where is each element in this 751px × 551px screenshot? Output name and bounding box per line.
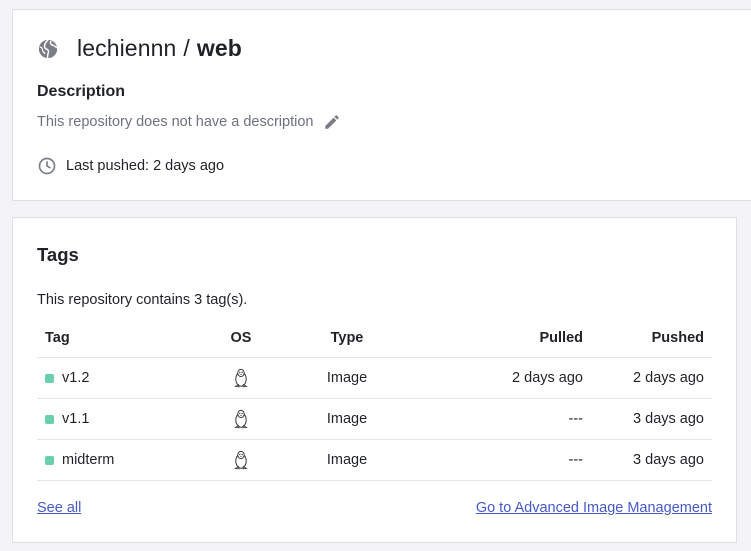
tag-pushed: 3 days ago — [591, 439, 712, 481]
tag-type: Image — [289, 439, 405, 481]
table-row: v1.1 Image --- 3 days ago — [37, 398, 712, 440]
tag-pushed: 3 days ago — [591, 398, 712, 440]
tag-name-link[interactable]: v1.2 — [62, 370, 89, 386]
tags-table-header-row: Tag OS Type Pulled Pushed — [37, 319, 712, 358]
linux-icon — [234, 409, 248, 429]
tag-name-link[interactable]: midterm — [62, 452, 114, 468]
tags-table: Tag OS Type Pulled Pushed v1.2 Image 2 d… — [37, 319, 712, 481]
repository-separator: / — [183, 35, 190, 61]
tag-pushed: 2 days ago — [591, 357, 712, 399]
see-all-link[interactable]: See all — [37, 500, 81, 516]
clock-icon — [38, 157, 56, 175]
tag-pulled: --- — [405, 398, 591, 440]
linux-icon — [234, 368, 248, 388]
tags-count-text: This repository contains 3 tag(s). — [37, 292, 248, 308]
column-header-type: Type — [289, 319, 405, 358]
tag-pulled: --- — [405, 439, 591, 481]
tag-cell: midterm — [45, 452, 185, 468]
repository-card: lechiennn / web Description This repositor… — [12, 9, 751, 201]
description-row: This repository does not have a descript… — [37, 113, 341, 131]
repository-header: lechiennn / web — [37, 35, 242, 62]
globe-icon — [38, 38, 58, 58]
advanced-image-management-link[interactable]: Go to Advanced Image Management — [476, 500, 712, 516]
repository-title: lechiennn / web — [77, 35, 242, 62]
tag-type: Image — [289, 398, 405, 440]
tags-heading: Tags — [37, 244, 79, 265]
tag-status-dot — [45, 414, 54, 424]
description-heading: Description — [37, 83, 126, 100]
tag-status-dot — [45, 373, 54, 383]
linux-icon — [234, 450, 248, 470]
column-header-os: OS — [193, 319, 289, 358]
description-placeholder: This repository does not have a descript… — [37, 114, 314, 130]
tag-status-dot — [45, 455, 54, 465]
column-header-pushed: Pushed — [591, 319, 712, 358]
tag-cell: v1.1 — [45, 411, 185, 427]
repository-name: web — [196, 35, 242, 61]
repository-owner: lechiennn — [77, 35, 177, 61]
table-row: v1.2 Image 2 days ago 2 days ago — [37, 357, 712, 399]
edit-pencil-icon[interactable] — [323, 113, 341, 131]
table-row: midterm Image --- 3 days ago — [37, 439, 712, 481]
column-header-pulled: Pulled — [405, 319, 591, 358]
tag-pulled: 2 days ago — [405, 357, 591, 399]
column-header-tag: Tag — [37, 319, 193, 358]
last-pushed-text: Last pushed: 2 days ago — [66, 158, 225, 174]
tag-type: Image — [289, 357, 405, 399]
tag-name-link[interactable]: v1.1 — [62, 411, 89, 427]
tag-cell: v1.2 — [45, 370, 185, 386]
last-pushed-row: Last pushed: 2 days ago — [37, 156, 224, 176]
tags-card: Tags This repository contains 3 tag(s). … — [12, 217, 737, 543]
